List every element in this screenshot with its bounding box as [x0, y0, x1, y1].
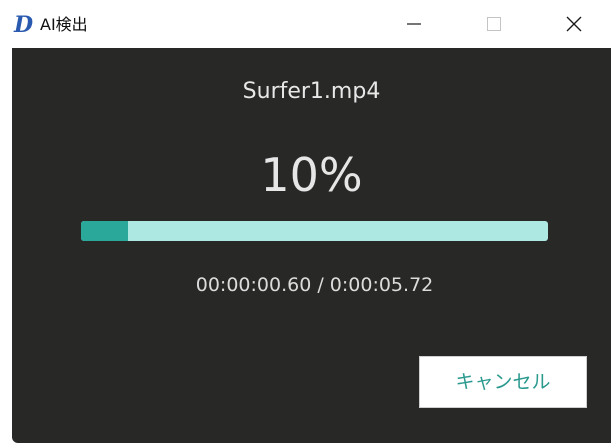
content-panel: Surfer1.mp4 10% 00:00:00.60 / 0:00:05.72… [12, 48, 611, 443]
maximize-icon [487, 17, 501, 31]
title-bar[interactable]: D AI検出 [0, 0, 611, 48]
file-name: Surfer1.mp4 [242, 79, 381, 104]
close-button[interactable] [551, 0, 597, 48]
minimize-button[interactable] [391, 0, 437, 48]
cancel-button[interactable]: キャンセル [419, 356, 587, 408]
minimize-icon [407, 23, 421, 25]
maximize-button[interactable] [471, 0, 517, 48]
window-title: AI検出 [40, 15, 88, 34]
progress-percent: 10% [260, 148, 363, 202]
progress-bar [81, 221, 548, 241]
close-icon [566, 16, 582, 32]
progress-bar-fill [81, 221, 128, 241]
app-logo-icon: D [14, 12, 34, 38]
progress-window: D AI検出 Surfer1.mp4 10% 00:00:00.60 / 0:0… [0, 0, 611, 443]
time-readout: 00:00:00.60 / 0:00:05.72 [195, 274, 434, 296]
